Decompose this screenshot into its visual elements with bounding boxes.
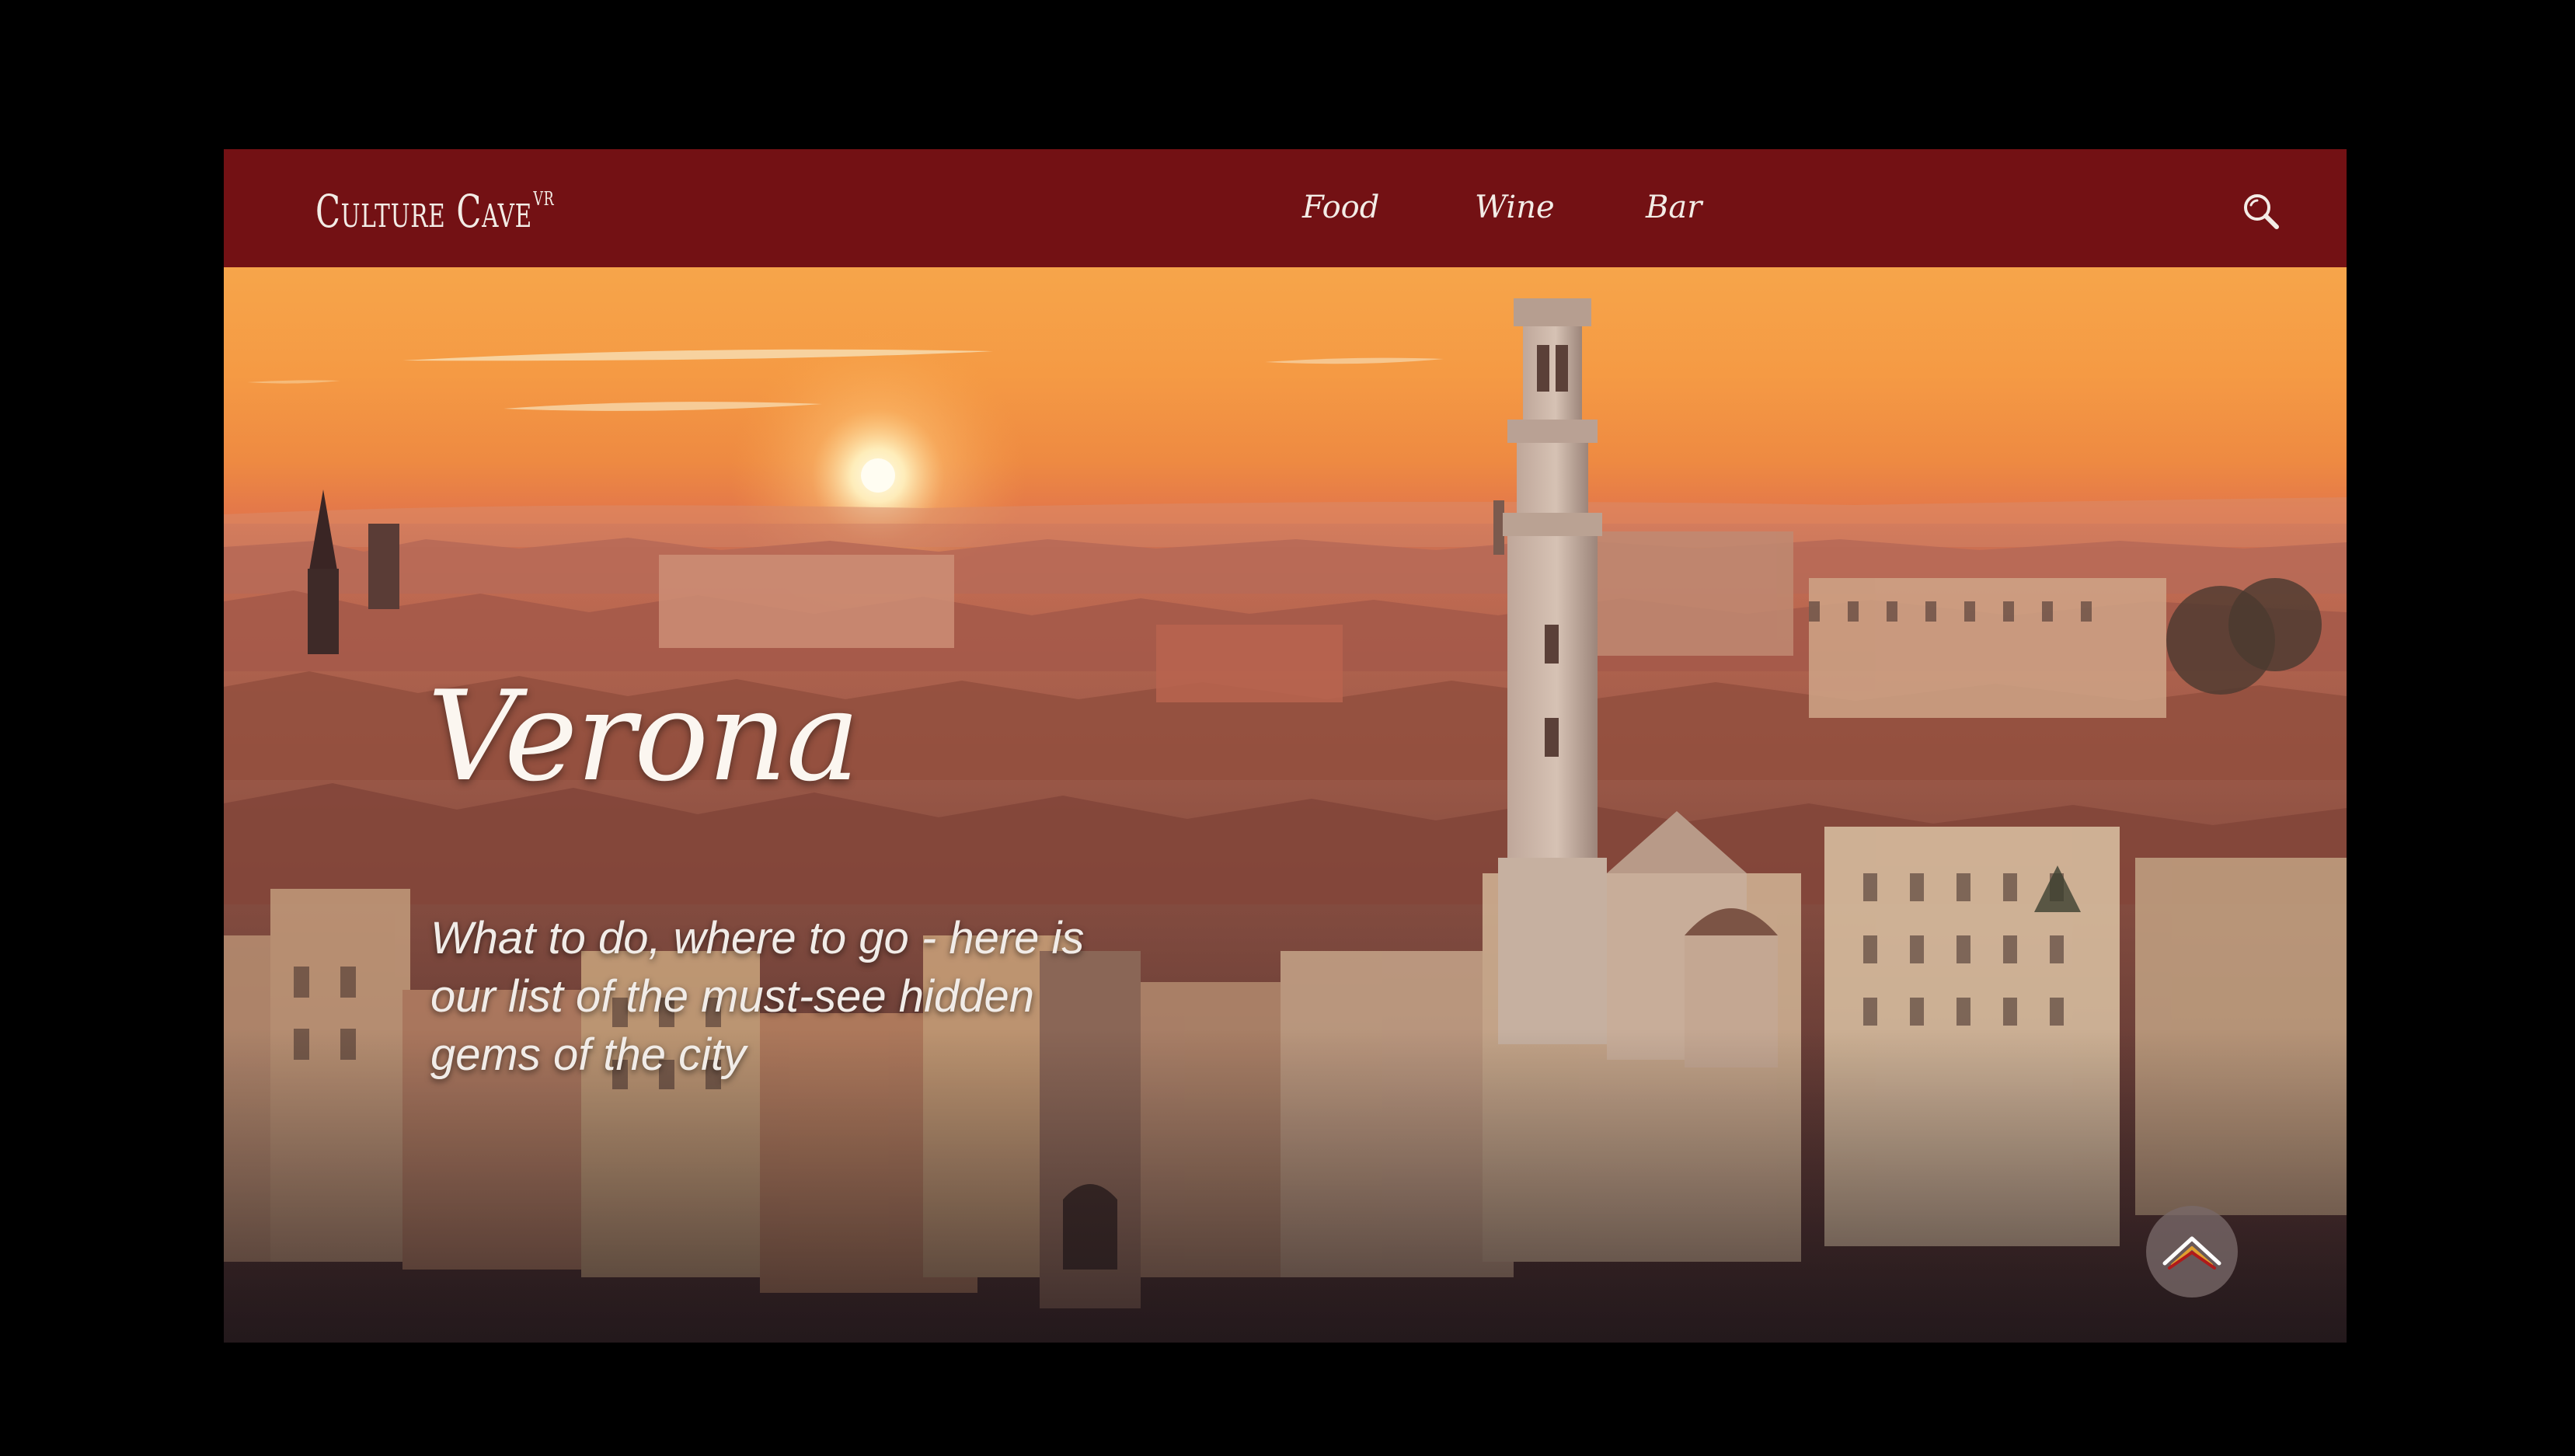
hero-subtitle: What to do, where to go - here is our li… [430,913,1085,1080]
nav-item-wine[interactable]: Wine [1475,180,1555,235]
navbar: Culture CaveVR Food Wine Bar [224,149,2347,267]
hero-section: Verona What to do, where to go - here is… [224,267,2347,1343]
chevron-up-icon [2162,1236,2221,1270]
app-frame: Culture CaveVR Food Wine Bar Verona What… [224,149,2347,1343]
nav-item-food[interactable]: Food [1302,180,1379,235]
brand-logo[interactable]: Culture CaveVR [315,185,554,238]
nav-item-bar[interactable]: Bar [1646,180,1702,235]
brand-name: Culture Cave [315,185,532,238]
brand-superscript: VR [533,187,555,210]
hero-title: Verona [427,664,860,809]
search-button[interactable] [2241,191,2281,232]
scroll-to-top-button[interactable] [2146,1206,2238,1298]
search-icon [2244,194,2279,229]
